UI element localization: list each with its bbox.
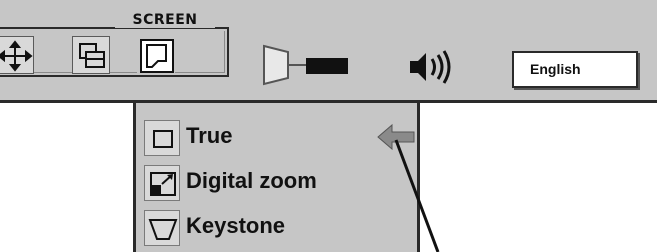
menu-bar: SCREEN English: [0, 0, 657, 103]
keystone-icon: [144, 210, 180, 246]
submenu-item-label: Digital zoom: [186, 168, 317, 193]
screen-group-frame: [0, 27, 229, 77]
keystone-screen-icon: [140, 39, 174, 73]
digital-zoom-icon: [144, 165, 180, 201]
screen-button[interactable]: [72, 36, 110, 74]
true-square-icon: [144, 120, 180, 156]
callout-line: [394, 139, 440, 252]
keystone-screen-button[interactable]: [137, 36, 175, 74]
submenu-item-true[interactable]: True: [136, 115, 417, 159]
move-arrows-icon: [0, 40, 33, 72]
screen-overlap-icon: [79, 43, 105, 68]
language-field[interactable]: English: [512, 51, 638, 88]
projector-icon: [263, 44, 348, 86]
submenu-item-keystone[interactable]: Keystone: [136, 205, 417, 249]
speaker-volume-icon[interactable]: [406, 47, 456, 87]
submenu-item-label: Keystone: [186, 213, 286, 238]
screen-group-title: SCREEN: [115, 12, 215, 28]
submenu-item-digital-zoom[interactable]: Digital zoom: [136, 160, 417, 204]
move-button[interactable]: [0, 36, 34, 74]
submenu-item-label: True: [186, 123, 233, 148]
